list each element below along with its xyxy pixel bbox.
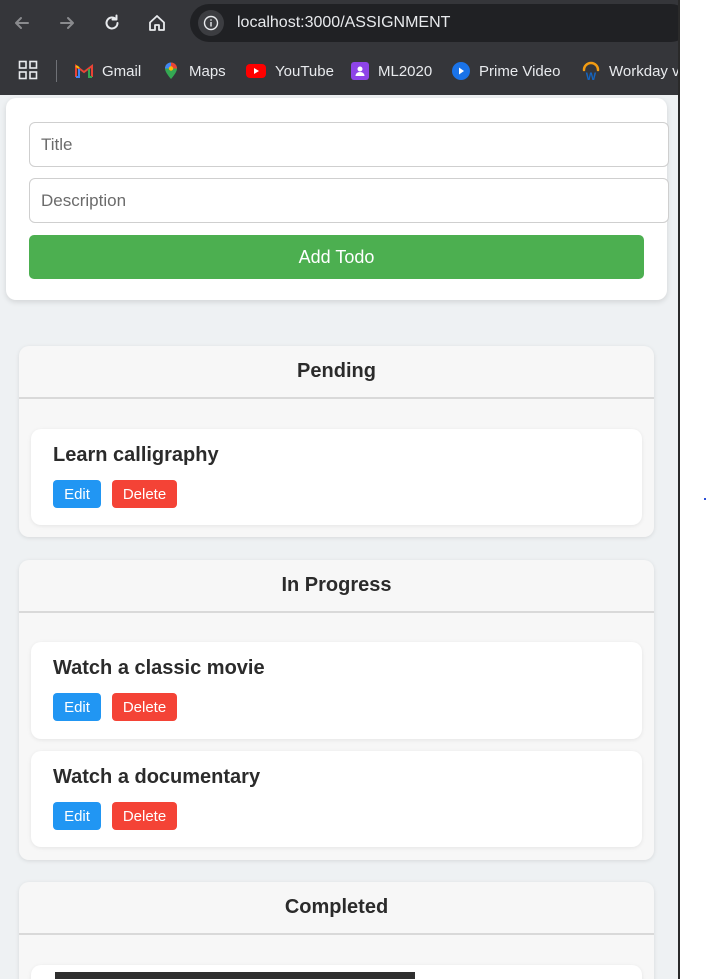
browser-toolbar: localhost:3000/ASSIGNMENT: [0, 0, 690, 47]
add-todo-button[interactable]: Add Todo: [29, 235, 644, 279]
todo-card: Learn calligraphy Edit Delete: [31, 429, 642, 525]
description-input[interactable]: [29, 178, 669, 223]
column-title: In Progress: [281, 574, 392, 596]
reload-button[interactable]: [97, 8, 127, 38]
ml2020-icon: [351, 62, 369, 80]
edit-button[interactable]: Edit: [53, 480, 101, 508]
bookmark-label: Workday v: [609, 62, 679, 80]
youtube-icon: [246, 62, 266, 80]
arrow-left-icon: [15, 17, 29, 29]
home-icon: [149, 15, 165, 31]
workday-icon: W: [582, 61, 600, 81]
todo-title: Learn calligraphy: [53, 444, 219, 466]
bookmark-prime-video[interactable]: Prime Video: [452, 59, 560, 83]
apps-grid-icon[interactable]: [18, 60, 38, 80]
bookmark-workday[interactable]: W Workday v: [582, 59, 679, 83]
home-button[interactable]: [142, 8, 172, 38]
bookmarks-divider: [56, 60, 57, 82]
delete-button[interactable]: Delete: [112, 693, 177, 721]
back-button[interactable]: [7, 8, 37, 38]
bookmark-label: ML2020: [378, 62, 433, 80]
prime-video-icon: [452, 62, 470, 80]
arrow-right-icon: [60, 17, 74, 29]
forward-button[interactable]: [52, 8, 82, 38]
site-info-button[interactable]: [198, 10, 224, 36]
column-header: Completed: [19, 882, 654, 935]
todo-app: Add Todo Pending Learn calligraphy Edit …: [0, 95, 679, 979]
todo-card: Watch a classic movie Edit Delete: [31, 642, 642, 739]
adjacent-window: [680, 0, 706, 979]
add-todo-form: Add Todo: [6, 98, 669, 300]
delete-button[interactable]: Delete: [112, 480, 177, 508]
bookmark-youtube[interactable]: YouTube: [246, 59, 334, 83]
delete-button[interactable]: Delete: [112, 802, 177, 830]
horizontal-scrollbar[interactable]: [55, 972, 415, 979]
in-progress-column: In Progress Watch a classic movie Edit D…: [19, 560, 654, 860]
todo-card: Watch a documentary Edit Delete: [31, 751, 642, 847]
address-bar[interactable]: localhost:3000/ASSIGNMENT: [190, 4, 690, 42]
todo-title: Watch a documentary: [53, 766, 261, 788]
gmail-icon: [75, 62, 93, 80]
edit-button[interactable]: Edit: [53, 802, 101, 830]
bookmarks-bar: Gmail Maps YouTube ML2020 Prime Video W …: [0, 47, 679, 95]
bookmark-label: Maps: [189, 62, 226, 80]
url-text: localhost:3000/ASSIGNMENT: [237, 14, 451, 31]
bookmark-gmail[interactable]: Gmail: [75, 59, 141, 83]
maps-icon: [162, 62, 180, 80]
reload-icon: [105, 14, 119, 30]
pending-column: Pending Learn calligraphy Edit Delete: [19, 346, 654, 537]
bookmark-maps[interactable]: Maps: [162, 59, 226, 83]
column-title: Pending: [297, 360, 376, 382]
svg-text:W: W: [586, 71, 597, 81]
column-header: In Progress: [19, 560, 654, 613]
title-input[interactable]: [29, 122, 669, 167]
bookmark-label: Gmail: [102, 62, 142, 80]
bookmark-ml2020[interactable]: ML2020: [351, 59, 432, 83]
column-header: Pending: [19, 346, 654, 399]
bookmark-label: YouTube: [275, 62, 334, 80]
bookmark-label: Prime Video: [479, 62, 561, 80]
info-icon: [203, 15, 219, 31]
column-title: Completed: [284, 896, 389, 918]
edit-button[interactable]: Edit: [53, 693, 101, 721]
todo-title: Watch a classic movie: [53, 657, 265, 679]
completed-column: Completed: [19, 882, 654, 979]
